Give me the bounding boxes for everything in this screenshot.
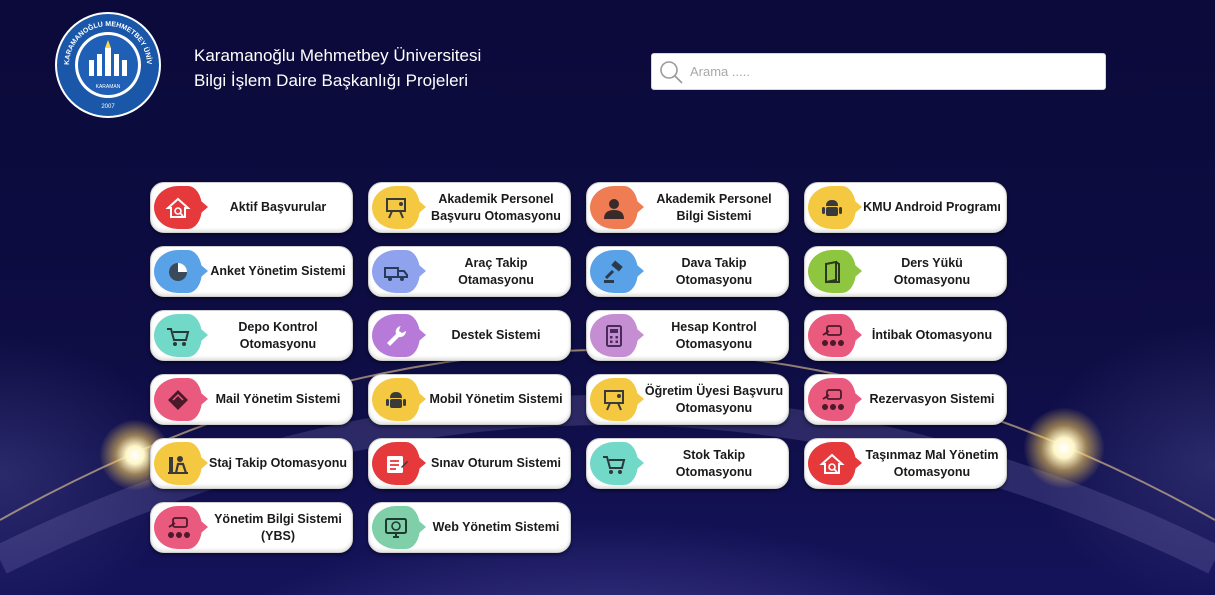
presentation-board-icon [590,378,644,421]
search-box[interactable] [651,53,1106,90]
shopping-cart-icon [154,314,208,357]
light-flare-right [1024,408,1104,488]
tile-label: Anket Yönetim Sistemi [210,264,346,278]
tile-label: Destek Sistemi [451,328,541,342]
book-icon [808,250,862,293]
tile-label: Hesap Kontrol Otomasyonu [671,319,757,351]
tile-label: Akademik Personel Bilgi Sistemi [656,191,772,223]
tile-label: Akademik Personel Başvuru Otomasyonu [431,191,561,223]
logo-year: 2007 [101,104,115,110]
tile-staj-takip[interactable]: Staj Takip Otomasyonu [150,438,353,489]
tile-label: Staj Takip Otomasyonu [209,456,347,470]
title-line-1: Karamanoğlu Mehmetbey Üniversitesi [194,46,482,65]
exam-sheet-icon [372,442,426,485]
tile-dava-takip[interactable]: Dava Takip Otomasyonu [586,246,789,297]
tile-label: Taşınmaz Mal Yönetim Otomasyonu [865,447,999,479]
chat-network-icon [808,378,862,421]
tile-kmu-android[interactable]: KMU Android Programı [804,182,1007,233]
tile-stok-takip[interactable]: Stok Takip Otomasyonu [586,438,789,489]
gavel-icon [590,250,644,293]
tile-label: Mail Yönetim Sistemi [215,392,341,406]
tile-label: KMU Android Programı [863,200,1001,214]
tile-label: Araç Takip Otamasyonu [458,255,534,287]
tile-label: Stok Takip Otomasyonu [675,447,753,479]
tile-label: Ders Yükü Otomasyonu [893,255,971,287]
worker-icon [154,442,208,485]
house-search-icon [808,442,862,485]
tile-anket-yonetim[interactable]: Anket Yönetim Sistemi [150,246,353,297]
web-monitor-icon [372,506,426,549]
tile-label: Sınav Oturum Sistemi [431,456,561,470]
title-line-2: Bilgi İşlem Daire Başkanlığı Projeleri [194,71,468,90]
android-icon [372,378,426,421]
tile-label: Dava Takip Otomasyonu [675,255,753,287]
tile-sinav-oturum[interactable]: Sınav Oturum Sistemi [368,438,571,489]
person-silhouette-icon [590,186,644,229]
shopping-cart-icon [590,442,644,485]
presentation-board-icon [372,186,426,229]
tile-label: Mobil Yönetim Sistemi [429,392,563,406]
tile-ogretim-uyesi-basvuru[interactable]: Öğretim Üyesi Başvuru Otomasyonu [586,374,789,425]
truck-icon [372,250,426,293]
tile-label: Yönetim Bilgi Sistemi (YBS) [214,511,342,543]
house-search-icon [154,186,208,229]
pie-chart-icon [154,250,208,293]
university-seal-icon[interactable]: KARAMANOĞLU MEHMETBEY ÜNİVERSİTESİ KARAM… [46,4,167,120]
logo-sub: KARAMAN [96,84,121,90]
search-icon [660,60,683,84]
tile-mail-yonetim[interactable]: Mail Yönetim Sistemi [150,374,353,425]
tile-label: Öğretim Üyesi Başvuru Otomasyonu [644,383,784,415]
tile-tasinmaz-mal[interactable]: Taşınmaz Mal Yönetim Otomasyonu [804,438,1007,489]
envelope-icon [154,378,208,421]
tile-mobil-yonetim[interactable]: Mobil Yönetim Sistemi [368,374,571,425]
wrench-icon [372,314,426,357]
calculator-icon [590,314,644,357]
tile-akademik-personel-basvuru[interactable]: Akademik Personel Başvuru Otomasyonu [368,182,571,233]
tile-web-yonetim[interactable]: Web Yönetim Sistemi [368,502,571,553]
tile-label: Web Yönetim Sistemi [432,520,560,534]
tile-label: İntibak Otomasyonu [871,328,993,342]
project-grid: Aktif Başvurular Akademik Personel Başvu… [150,182,1007,553]
tile-depo-kontrol[interactable]: Depo Kontrol Otomasyonu [150,310,353,361]
search-input[interactable] [690,64,1090,79]
tile-hesap-kontrol[interactable]: Hesap Kontrol Otomasyonu [586,310,789,361]
tile-aktif-basvurular[interactable]: Aktif Başvurular [150,182,353,233]
tile-ders-yuku[interactable]: Ders Yükü Otomasyonu [804,246,1007,297]
tile-akademik-personel-bilgi[interactable]: Akademik Personel Bilgi Sistemi [586,182,789,233]
chat-network-icon [154,506,208,549]
tile-destek-sistemi[interactable]: Destek Sistemi [368,310,571,361]
tile-rezervasyon[interactable]: Rezervasyon Sistemi [804,374,1007,425]
tile-intibak[interactable]: İntibak Otomasyonu [804,310,1007,361]
tile-arac-takip[interactable]: Araç Takip Otamasyonu [368,246,571,297]
chat-network-icon [808,314,862,357]
tile-label: Depo Kontrol Otomasyonu [238,319,318,351]
page-title: Karamanoğlu Mehmetbey Üniversitesi Bilgi… [194,43,481,93]
tile-ybs[interactable]: Yönetim Bilgi Sistemi (YBS) [150,502,353,553]
android-icon [808,186,862,229]
tile-label: Aktif Başvurular [229,200,327,214]
tile-label: Rezervasyon Sistemi [869,392,995,406]
